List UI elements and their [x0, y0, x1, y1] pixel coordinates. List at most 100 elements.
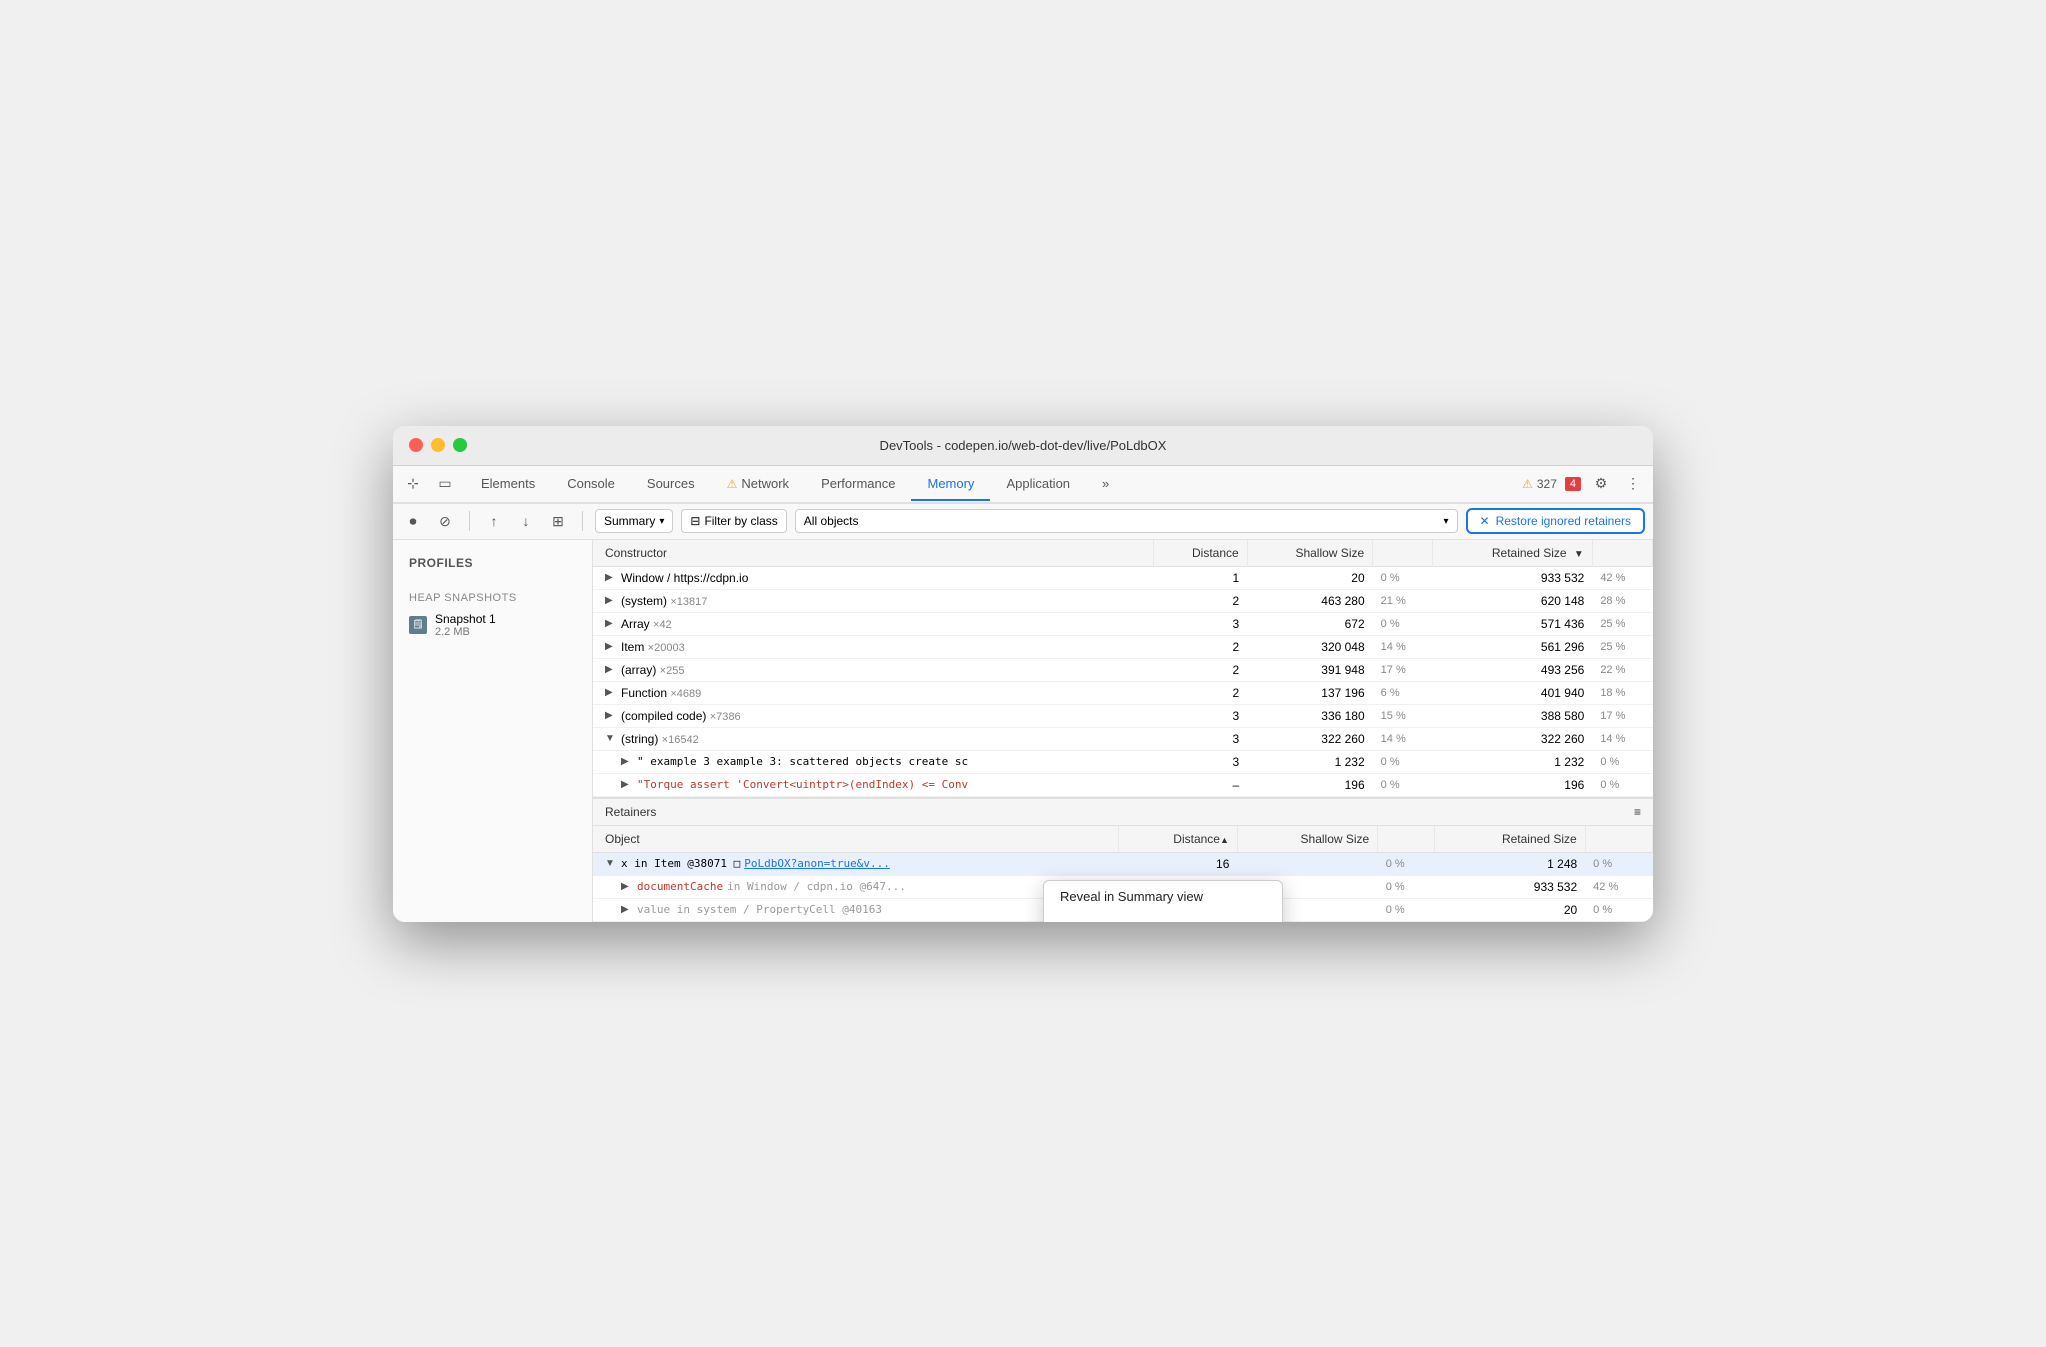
- filter-icon: ⊟: [690, 514, 700, 528]
- td-retained-pct: 14 %: [1592, 727, 1652, 750]
- table-row[interactable]: ▼ (string) ×16542 3 322 260 14 % 322 260…: [593, 727, 1653, 750]
- snapshot-icon: 🗒: [409, 616, 427, 634]
- download-icon[interactable]: ↓: [514, 509, 538, 533]
- context-store-global[interactable]: Store as global variable: [1044, 912, 1282, 922]
- td-retained: 196: [1433, 773, 1593, 796]
- td-distance: 3: [1154, 727, 1247, 750]
- td-retained-pct: 25 %: [1592, 635, 1652, 658]
- retainer-row-selected[interactable]: ▼ x in Item @38071 □ PoLdbOX?anon=true&v…: [593, 852, 1653, 875]
- expand-arrow-icon[interactable]: ▶: [605, 687, 617, 698]
- tab-performance[interactable]: Performance: [805, 468, 911, 501]
- td-shallow-pct: 6 %: [1373, 681, 1433, 704]
- objects-chevron-icon: ▾: [1444, 516, 1449, 527]
- table-row[interactable]: ▶ " example 3 example 3: scattered objec…: [593, 750, 1653, 773]
- settings-icon[interactable]: ⚙: [1589, 472, 1613, 496]
- table-row[interactable]: ▶ (system) ×13817 2 463 280 21 % 620 148…: [593, 589, 1653, 612]
- tab-application[interactable]: Application: [990, 468, 1086, 501]
- tab-elements[interactable]: Elements: [465, 468, 551, 501]
- clear-icon[interactable]: ⊞: [546, 509, 570, 533]
- traffic-lights: [409, 438, 467, 452]
- expand-arrow-icon[interactable]: ▶: [621, 904, 633, 915]
- tab-more[interactable]: »: [1086, 468, 1125, 501]
- tab-memory[interactable]: Memory: [911, 468, 990, 501]
- rtd-retained-pct: 42 %: [1585, 875, 1652, 898]
- td-shallow: 391 948: [1247, 658, 1372, 681]
- tab-bar: ⊹ ▭ Elements Console Sources ⚠ Network P…: [393, 466, 1653, 504]
- td-shallow-pct: 0 %: [1373, 750, 1433, 773]
- expand-arrow-icon[interactable]: ▶: [605, 710, 617, 721]
- td-shallow: 320 048: [1247, 635, 1372, 658]
- rtd-retained-pct: 0 %: [1585, 898, 1652, 921]
- table-row[interactable]: ▶ Function ×4689 2 137 196 6 % 401 940 1…: [593, 681, 1653, 704]
- expand-arrow-icon[interactable]: ▼: [605, 733, 617, 744]
- expand-arrow-icon[interactable]: ▼: [605, 858, 617, 869]
- table-row[interactable]: ▶ (array) ×255 2 391 948 17 % 493 256 22…: [593, 658, 1653, 681]
- td-shallow: 322 260: [1247, 727, 1372, 750]
- device-icon[interactable]: ▭: [433, 472, 457, 496]
- expand-arrow-icon[interactable]: ▶: [605, 618, 617, 629]
- td-retained: 401 940: [1433, 681, 1593, 704]
- table-row[interactable]: ▶ "Torque assert 'Convert<uintptr>(endIn…: [593, 773, 1653, 796]
- more-options-icon[interactable]: ⋮: [1621, 472, 1645, 496]
- expand-arrow-icon[interactable]: ▶: [605, 664, 617, 675]
- expand-arrow-icon[interactable]: ▶: [621, 779, 633, 790]
- expand-arrow-icon[interactable]: ▶: [621, 881, 633, 892]
- table-row[interactable]: ▶ (compiled code) ×7386 3 336 180 15 % 3…: [593, 704, 1653, 727]
- badge-container: ⚠ 327 4 ⚙ ⋮: [1522, 472, 1645, 496]
- rtd-retained: 1 248: [1435, 852, 1585, 875]
- toolbar-separator-2: [582, 511, 583, 531]
- filter-button[interactable]: ⊟ Filter by class: [681, 509, 786, 533]
- maximize-button[interactable]: [453, 438, 467, 452]
- td-constructor: ▶ (compiled code) ×7386: [593, 704, 1154, 727]
- summary-dropdown[interactable]: Summary ▾: [595, 509, 673, 533]
- tab-sources[interactable]: Sources: [631, 468, 711, 501]
- th-shallow-pct: [1373, 540, 1433, 567]
- inspect-icon[interactable]: ⊹: [401, 472, 425, 496]
- stop-icon[interactable]: ⊘: [433, 509, 457, 533]
- table-row[interactable]: ▶ Array ×42 3 672 0 % 571 436 25 %: [593, 612, 1653, 635]
- td-retained: 322 260: [1433, 727, 1593, 750]
- window-title: DevTools - codepen.io/web-dot-dev/live/P…: [880, 438, 1167, 453]
- retainers-title: Retainers: [605, 805, 656, 819]
- rth-shallow-pct: [1378, 826, 1435, 853]
- restore-button[interactable]: ✕ Restore ignored retainers: [1466, 508, 1645, 534]
- rtd-object: ▶ documentCache in Window / cdpn.io @647…: [593, 875, 1119, 898]
- main-content: Profiles HEAP SNAPSHOTS 🗒 Snapshot 1 2.2…: [393, 540, 1653, 922]
- constructor-table: Constructor Distance Shallow Size Retain…: [593, 540, 1653, 797]
- td-shallow-pct: 14 %: [1373, 635, 1433, 658]
- minimize-button[interactable]: [431, 438, 445, 452]
- expand-arrow-icon[interactable]: ▶: [621, 756, 633, 767]
- restore-icon: ✕: [1480, 514, 1490, 528]
- table-row[interactable]: ▶ Item ×20003 2 320 048 14 % 561 296 25 …: [593, 635, 1653, 658]
- td-shallow: 20: [1247, 566, 1372, 589]
- upload-icon[interactable]: ↑: [482, 509, 506, 533]
- record-icon[interactable]: ⏺: [401, 509, 425, 533]
- expand-arrow-icon[interactable]: ▶: [605, 595, 617, 606]
- td-distance: 2: [1154, 658, 1247, 681]
- heap-table: Constructor Distance Shallow Size Retain…: [593, 540, 1653, 797]
- context-reveal-summary[interactable]: Reveal in Summary view: [1044, 881, 1282, 912]
- rth-retained-pct: [1585, 826, 1652, 853]
- expand-arrow-icon[interactable]: ▶: [605, 572, 617, 583]
- table-row[interactable]: ▶ Window / https://cdpn.io 1 20 0 % 933 …: [593, 566, 1653, 589]
- snapshot-item[interactable]: 🗒 Snapshot 1 2.2 MB: [393, 606, 592, 644]
- scroll-icon: ≡: [1634, 805, 1641, 819]
- heap-snapshots-section: HEAP SNAPSHOTS: [393, 590, 592, 606]
- objects-dropdown[interactable]: All objects ▾: [795, 509, 1458, 533]
- td-constructor: ▶ (array) ×255: [593, 658, 1154, 681]
- close-button[interactable]: [409, 438, 423, 452]
- expand-arrow-icon[interactable]: ▶: [605, 641, 617, 652]
- td-retained-pct: 0 %: [1592, 750, 1652, 773]
- tab-console[interactable]: Console: [551, 468, 631, 501]
- tab-network[interactable]: ⚠ Network: [711, 468, 805, 501]
- td-distance: 3: [1154, 612, 1247, 635]
- context-menu: Reveal in Summary view Store as global v…: [1043, 880, 1283, 922]
- devtools-toolbar-icons: ⊹ ▭: [401, 472, 457, 496]
- snapshot-size: 2.2 MB: [435, 626, 496, 638]
- td-distance: –: [1154, 773, 1247, 796]
- td-retained: 933 532: [1433, 566, 1593, 589]
- th-shallow-size: Shallow Size: [1247, 540, 1372, 567]
- rth-shallow: Shallow Size: [1237, 826, 1377, 853]
- td-distance: 3: [1154, 704, 1247, 727]
- toolbar-separator-1: [469, 511, 470, 531]
